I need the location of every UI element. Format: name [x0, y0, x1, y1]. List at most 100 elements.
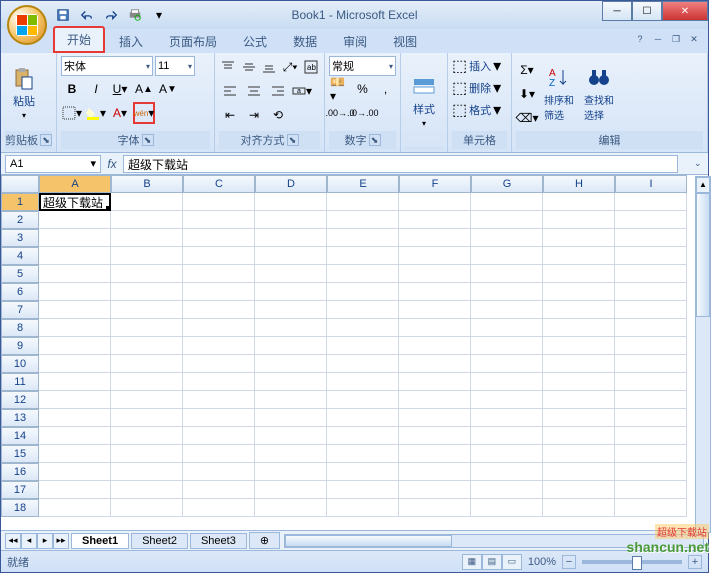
cell[interactable] [615, 337, 687, 355]
minimize-button[interactable]: ─ [602, 1, 632, 21]
zoom-out-button[interactable]: − [562, 555, 576, 569]
align-right-button[interactable] [267, 80, 289, 102]
cell[interactable] [615, 355, 687, 373]
cell[interactable] [615, 409, 687, 427]
cell[interactable] [255, 247, 327, 265]
increase-indent-button[interactable]: ⇥ [243, 104, 265, 126]
print-preview-button[interactable] [125, 5, 145, 25]
cell[interactable] [39, 211, 111, 229]
cell[interactable] [471, 499, 543, 517]
cell[interactable] [111, 445, 183, 463]
cell[interactable] [327, 391, 399, 409]
row-header[interactable]: 3 [1, 229, 39, 247]
cell[interactable] [183, 391, 255, 409]
merge-center-button[interactable]: a▾ [291, 80, 313, 102]
cell[interactable] [183, 355, 255, 373]
row-header[interactable]: 2 [1, 211, 39, 229]
align-middle-button[interactable] [240, 56, 259, 78]
cell[interactable] [111, 193, 183, 211]
cell[interactable] [327, 499, 399, 517]
scroll-up-button[interactable]: ▲ [696, 177, 710, 193]
page-layout-view-button[interactable]: ▤ [482, 554, 502, 570]
alignment-launcher[interactable]: ⬊ [287, 134, 299, 146]
help-button[interactable]: ? [632, 32, 648, 46]
last-sheet-button[interactable]: ▸▸ [53, 533, 69, 549]
cell[interactable] [39, 355, 111, 373]
row-header[interactable]: 5 [1, 265, 39, 283]
cell[interactable] [255, 355, 327, 373]
prev-sheet-button[interactable]: ◂ [21, 533, 37, 549]
tab-page-layout[interactable]: 页面布局 [157, 30, 229, 53]
cell[interactable] [39, 463, 111, 481]
col-header-g[interactable]: G [471, 175, 543, 193]
cell[interactable] [111, 355, 183, 373]
cell[interactable] [327, 301, 399, 319]
cell[interactable] [399, 193, 471, 211]
decrease-decimal-button[interactable]: .0→.00 [353, 102, 375, 124]
row-header[interactable]: 16 [1, 463, 39, 481]
cell[interactable] [399, 229, 471, 247]
cell[interactable] [543, 301, 615, 319]
cell[interactable] [399, 247, 471, 265]
decrease-indent-button[interactable]: ⇤ [219, 104, 241, 126]
cell[interactable] [183, 409, 255, 427]
cell[interactable] [615, 463, 687, 481]
cell[interactable] [255, 211, 327, 229]
maximize-button[interactable]: ☐ [632, 1, 662, 21]
cell[interactable] [255, 481, 327, 499]
cell[interactable] [399, 445, 471, 463]
cell[interactable] [39, 499, 111, 517]
align-center-button[interactable] [243, 80, 265, 102]
cell[interactable] [183, 193, 255, 211]
cell[interactable] [183, 301, 255, 319]
cell[interactable] [39, 301, 111, 319]
cell[interactable] [183, 319, 255, 337]
cell[interactable] [471, 355, 543, 373]
cell[interactable] [615, 427, 687, 445]
vscroll-thumb[interactable] [696, 193, 710, 317]
cell[interactable] [111, 301, 183, 319]
cell[interactable] [399, 355, 471, 373]
percent-button[interactable]: % [352, 78, 373, 100]
cell[interactable] [615, 211, 687, 229]
row-header[interactable]: 10 [1, 355, 39, 373]
cell[interactable] [327, 427, 399, 445]
cell[interactable] [615, 445, 687, 463]
font-color-button[interactable]: A▾ [109, 102, 131, 124]
cell[interactable] [399, 391, 471, 409]
cell[interactable] [471, 265, 543, 283]
cell[interactable] [327, 463, 399, 481]
cell[interactable] [543, 445, 615, 463]
cell[interactable] [615, 247, 687, 265]
cell[interactable] [111, 229, 183, 247]
cell[interactable] [111, 499, 183, 517]
col-header-e[interactable]: E [327, 175, 399, 193]
bold-button[interactable]: B [61, 78, 83, 100]
align-bottom-button[interactable] [260, 56, 279, 78]
cell[interactable] [183, 463, 255, 481]
cell[interactable] [39, 247, 111, 265]
cell[interactable] [327, 481, 399, 499]
page-break-view-button[interactable]: ▭ [502, 554, 522, 570]
row-header[interactable]: 1 [1, 193, 39, 211]
cell[interactable] [111, 463, 183, 481]
number-format-combo[interactable]: 常规▾ [329, 56, 396, 76]
cell[interactable] [39, 445, 111, 463]
shrink-font-button[interactable]: A▼ [157, 78, 179, 100]
redo-button[interactable] [101, 5, 121, 25]
row-header[interactable]: 18 [1, 499, 39, 517]
cell[interactable] [399, 409, 471, 427]
vertical-scrollbar[interactable]: ▲ [695, 176, 711, 533]
insert-button[interactable]: 插入 [469, 58, 491, 74]
cell[interactable] [327, 265, 399, 283]
cell[interactable] [327, 211, 399, 229]
select-all-button[interactable] [1, 175, 39, 193]
cell[interactable] [543, 319, 615, 337]
cell[interactable] [183, 499, 255, 517]
cell[interactable] [543, 337, 615, 355]
cell[interactable] [183, 247, 255, 265]
cell[interactable] [615, 319, 687, 337]
cell[interactable] [39, 409, 111, 427]
row-header[interactable]: 12 [1, 391, 39, 409]
cell[interactable] [39, 229, 111, 247]
